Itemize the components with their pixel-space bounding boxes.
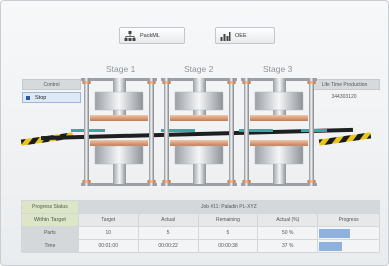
oee-button[interactable]: OEE xyxy=(215,27,275,44)
table-row: Within Target Target Actual Remaining Ac… xyxy=(21,213,380,227)
hmi-frame: PackML OEE Stage 1 Stage 2 Stage 3 Contr… xyxy=(0,0,389,266)
oee-label: OEE xyxy=(235,32,247,39)
table-row: Parts 10 5 5 50 % xyxy=(21,226,380,240)
parts-actual-pct: 50 % xyxy=(257,226,319,240)
column-header: Target xyxy=(77,213,139,227)
parts-target: 10 xyxy=(77,226,139,240)
column-header: Remaining xyxy=(197,213,259,227)
press-machine-illustration xyxy=(20,78,372,186)
time-actual: 00:00:22 xyxy=(137,239,199,253)
table-row: Progress Status Job #11: Paladin PL-XYZ xyxy=(21,200,381,214)
progress-status-label: Progress Status xyxy=(21,200,79,214)
parts-progress-bar xyxy=(319,228,350,238)
column-header: Actual (%) xyxy=(257,213,319,227)
time-progress-bar xyxy=(319,241,342,251)
within-target-label: Within Target xyxy=(21,213,79,227)
packml-button[interactable]: PackML xyxy=(119,27,185,44)
column-header: Actual xyxy=(137,213,199,227)
parts-progress-cell xyxy=(317,226,380,240)
conveyor-hazard-right xyxy=(318,132,372,146)
parts-remaining: 5 xyxy=(197,226,259,240)
job-title: Job #11: Paladin PL-XYZ xyxy=(77,200,381,214)
column-header: Progress xyxy=(317,213,380,227)
hierarchy-icon xyxy=(124,30,136,41)
time-progress-cell xyxy=(317,239,380,253)
time-actual-pct: 37 % xyxy=(257,239,319,253)
progress-table: Progress Status Job #11: Paladin PL-XYZ … xyxy=(21,200,381,253)
row-label: Parts xyxy=(21,226,79,240)
time-remaining: 00:00:38 xyxy=(197,239,259,253)
time-target: 00:01:00 xyxy=(77,239,139,253)
table-row: Time 00:01:00 00:00:22 00:00:38 37 % xyxy=(21,239,380,253)
packml-label: PackML xyxy=(140,32,160,39)
row-label: Time xyxy=(21,239,79,253)
parts-actual: 5 xyxy=(137,226,199,240)
bar-chart-icon xyxy=(220,31,231,41)
